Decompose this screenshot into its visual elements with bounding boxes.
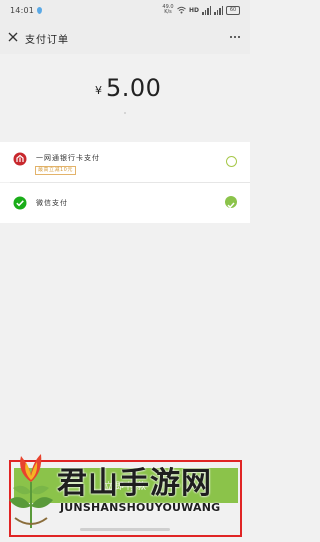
radio-selected-icon[interactable] <box>225 196 237 209</box>
decorative-dot <box>124 112 126 114</box>
amount-section: ¥ 5.00 <box>0 54 250 124</box>
home-indicator <box>80 528 170 531</box>
currency-symbol: ¥ <box>95 84 102 97</box>
radio-unselected-icon[interactable] <box>226 156 237 167</box>
signal-icon-2 <box>214 5 223 15</box>
status-bar: 14:01 49.0 K/s HD 60 <box>0 0 250 22</box>
payment-method-label: 一网通银行卡支付 <box>36 154 100 162</box>
highlight-box <box>9 460 242 537</box>
notification-drop-icon <box>37 7 42 14</box>
page-title: 支付订单 <box>25 35 69 46</box>
wechat-pay-icon <box>13 196 27 210</box>
status-time: 14:01 <box>10 6 35 15</box>
payment-method-bank-card[interactable]: 一网通银行卡支付 最高立减10元 <box>0 142 250 182</box>
payment-method-wechat[interactable]: 微信支付 <box>0 183 250 223</box>
signal-icon-1 <box>202 5 211 15</box>
more-dots-icon[interactable] <box>228 31 242 43</box>
payment-method-label: 微信支付 <box>36 199 68 207</box>
close-icon[interactable] <box>6 30 20 44</box>
status-icons: 49.0 K/s HD 60 <box>162 5 240 15</box>
cmb-bank-icon <box>13 152 27 166</box>
network-speed: 49.0 K/s <box>162 4 174 15</box>
wifi-icon <box>177 6 186 14</box>
battery-icon: 60 <box>226 5 240 15</box>
amount-value: 5.00 <box>106 74 162 102</box>
checkmark-icon <box>227 202 235 209</box>
nav-bar: 支付订单 <box>0 22 250 54</box>
hd-icon: HD <box>188 6 199 14</box>
promo-badge: 最高立减10元 <box>35 166 76 175</box>
